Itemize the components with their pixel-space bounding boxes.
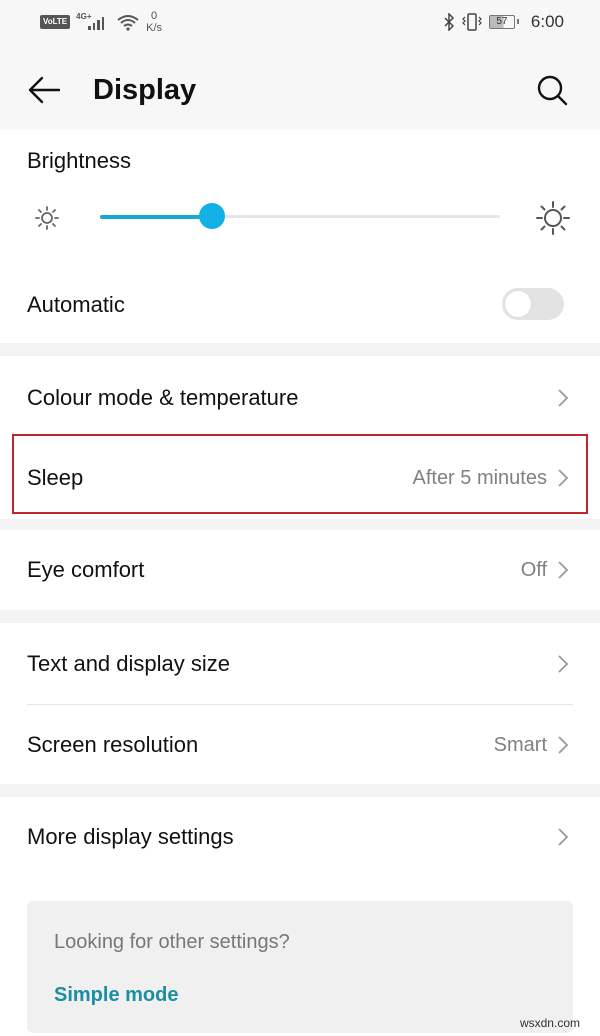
battery-icon: 57 xyxy=(488,15,519,29)
chevron-right-icon xyxy=(558,736,569,754)
sun-small-icon xyxy=(35,206,59,230)
setting-row-more-display[interactable]: More display settings xyxy=(0,797,600,877)
row-label: More display settings xyxy=(27,824,234,849)
slider-thumb[interactable] xyxy=(199,203,225,229)
row-label: Colour mode & temperature xyxy=(27,385,299,410)
chevron-right-icon xyxy=(558,828,569,846)
chevron-right-icon xyxy=(558,655,569,673)
row-value: Smart xyxy=(493,733,547,756)
setting-row-colour-mode[interactable]: Colour mode & temperature xyxy=(0,358,600,438)
wifi-icon xyxy=(117,15,139,31)
vibrate-icon xyxy=(462,13,482,31)
signal-icon: 4G+ xyxy=(76,12,110,32)
clock: 6:00 xyxy=(530,12,564,31)
setting-row-screen-resolution[interactable]: Screen resolution Smart xyxy=(0,705,600,785)
volte-icon: VoLTE xyxy=(40,15,71,29)
setting-row-eye-comfort[interactable]: Eye comfort Off xyxy=(0,530,600,610)
setting-row-text-display-size[interactable]: Text and display size xyxy=(0,624,600,704)
row-label: Screen resolution xyxy=(27,732,199,757)
other-settings-question: Looking for other settings? xyxy=(54,931,290,953)
status-bar: VoLTE 4G+ 0 K/s 57 6:00 xyxy=(0,0,600,50)
automatic-label: Automatic xyxy=(27,292,125,317)
toggle-knob xyxy=(504,290,532,318)
other-settings-box: Looking for other settings? Simple mode xyxy=(27,901,573,1033)
brightness-label: Brightness xyxy=(27,148,131,173)
automatic-toggle[interactable] xyxy=(502,288,564,320)
brightness-slider[interactable] xyxy=(100,203,500,229)
watermark: wsxdn.com xyxy=(519,1016,580,1030)
row-label: Sleep xyxy=(27,465,84,490)
row-value: Off xyxy=(520,558,547,581)
chevron-right-icon xyxy=(558,469,569,487)
arrow-left-icon[interactable] xyxy=(26,74,62,106)
search-icon[interactable] xyxy=(534,72,570,108)
setting-row-sleep[interactable]: Sleep After 5 minutes xyxy=(0,438,600,518)
slider-fill xyxy=(100,214,212,219)
row-value: After 5 minutes xyxy=(412,466,547,489)
row-label: Eye comfort xyxy=(27,557,145,582)
row-label: Text and display size xyxy=(27,651,230,676)
chevron-right-icon xyxy=(558,561,569,579)
network-speed: 0 K/s xyxy=(146,10,163,34)
status-left: VoLTE 4G+ 0 K/s xyxy=(40,10,162,34)
sun-large-icon xyxy=(536,201,570,235)
simple-mode-link[interactable]: Simple mode xyxy=(54,984,178,1007)
status-right: 57 6:00 xyxy=(443,12,564,32)
page-title: Display xyxy=(93,74,197,106)
chevron-right-icon xyxy=(558,389,569,407)
bluetooth-icon xyxy=(444,13,454,31)
toolbar: Display xyxy=(0,50,600,130)
